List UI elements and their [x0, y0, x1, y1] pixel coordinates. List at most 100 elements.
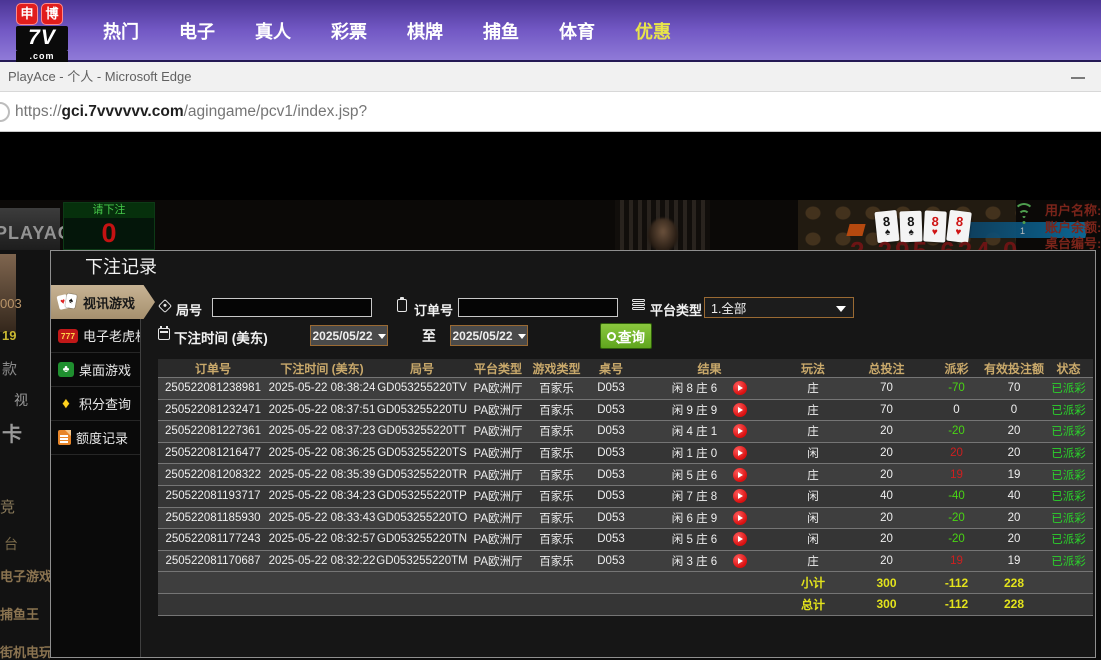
status-badge: 已派彩: [1044, 510, 1093, 526]
replay-button[interactable]: [733, 511, 747, 525]
subtotal-row: 小计 300 -112 228: [158, 572, 1093, 594]
bet-timer-box: 请下注 0: [63, 202, 155, 250]
col-header-play: 玩法: [782, 360, 844, 377]
sidebar-item-video-games[interactable]: 视讯游戏: [51, 285, 155, 319]
cell-result: 闲 3 庄 6: [637, 553, 782, 569]
table-row: 250522081216477 2025-05-22 08:36:25 GD05…: [158, 443, 1093, 465]
order-input[interactable]: [458, 298, 618, 317]
cell-result: 闲 9 庄 9: [637, 402, 782, 418]
cell-order: 250522081208322: [158, 469, 268, 481]
sidebar-item-quota[interactable]: 额度记录: [51, 421, 140, 455]
table-row: 250522081208322 2025-05-22 08:35:39 GD05…: [158, 464, 1093, 486]
panel-content: 局号 订单号 平台类型 1.全部 下注时间 (美东): [142, 285, 1095, 657]
panel-body: 视讯游戏 777 电子老虎机 桌面游戏 积分查询: [51, 285, 1095, 657]
sidebar-item-label: 视讯游戏: [83, 293, 135, 312]
cell-order: 250522081177243: [158, 533, 268, 545]
workspace: 00319款视卡竞台电子游戏捕鱼王街机电玩 下注记录 视讯游戏 777 电子老虎…: [0, 250, 1101, 660]
cell-total: 20: [844, 469, 929, 481]
col-header-status: 状态: [1044, 360, 1093, 377]
logo-brand: 7V: [16, 26, 68, 51]
cell-payout: -20: [929, 425, 984, 437]
cell-time: 2025-05-22 08:35:39: [268, 469, 376, 481]
chevron-down-icon: [518, 334, 526, 339]
cell-play: 庄: [782, 423, 844, 439]
cell-table: D053: [585, 382, 637, 394]
panel-title: 下注记录: [51, 251, 1095, 285]
cell-result: 闲 7 庄 8: [637, 488, 782, 504]
cell-time: 2025-05-22 08:37:51: [268, 404, 376, 416]
background-fragment: 003: [0, 296, 22, 311]
page-icon-fragment: [0, 102, 10, 122]
game-video-strip: PLAYACE 请下注 0 8♠8♠8♥8♥ 2 295 624 0 1 用户名…: [0, 200, 1101, 250]
search-button[interactable]: 查询: [600, 323, 652, 349]
replay-button[interactable]: [733, 468, 747, 482]
cell-round: GD053255220TS: [376, 447, 468, 459]
cell-round: GD053255220TT: [376, 425, 468, 437]
sidebar-item-table-games[interactable]: 桌面游戏: [51, 353, 140, 387]
cell-platform: PA欧洲厅: [468, 510, 528, 526]
cell-play: 闲: [782, 445, 844, 461]
nav-item[interactable]: 电子: [179, 18, 215, 44]
cell-total: 70: [844, 382, 929, 394]
cell-payout: 19: [929, 469, 984, 481]
platform-select[interactable]: 1.全部: [704, 297, 854, 318]
background-fragment: 视: [14, 390, 28, 410]
cell-table: D053: [585, 555, 637, 567]
records-table: 订单号 下注时间 (美东) 局号 平台类型 游戏类型 桌号 结果 玩法 总投注 …: [158, 359, 1093, 616]
cell-platform: PA欧洲厅: [468, 553, 528, 569]
replay-button[interactable]: [733, 424, 747, 438]
chevron-down-icon: [836, 306, 846, 312]
status-badge: 已派彩: [1044, 553, 1093, 569]
nav-item[interactable]: 优惠: [635, 18, 671, 44]
nav-item[interactable]: 真人: [255, 18, 291, 44]
cell-game: 百家乐: [528, 488, 585, 504]
replay-button[interactable]: [733, 554, 747, 568]
points-gem-icon: [58, 396, 74, 412]
sidebar-item-slots[interactable]: 777 电子老虎机: [51, 319, 140, 353]
result-text: 闲 4 庄 1: [672, 423, 717, 439]
cell-time: 2025-05-22 08:32:57: [268, 533, 376, 545]
cell-valid: 20: [984, 447, 1044, 459]
cell-table: D053: [585, 490, 637, 502]
nav-item[interactable]: 热门: [103, 18, 139, 44]
cell-platform: PA欧洲厅: [468, 445, 528, 461]
subtotal-label: 小计: [782, 574, 844, 591]
replay-button[interactable]: [733, 381, 747, 395]
site-logo[interactable]: 申 博 7V .com: [16, 3, 74, 62]
replay-button[interactable]: [733, 403, 747, 417]
grand-total-valid: 228: [984, 597, 1044, 611]
date-to-value: 2025/05/22: [452, 329, 512, 343]
grand-total-payout: -112: [929, 597, 984, 611]
date-to-select[interactable]: 2025/05/22: [450, 325, 528, 346]
bet-time-label: 下注时间 (美东): [174, 327, 268, 347]
sidebar-item-label: 积分查询: [79, 394, 131, 413]
result-text: 闲 8 庄 6: [672, 380, 717, 396]
cell-total: 20: [844, 447, 929, 459]
replay-button[interactable]: [733, 489, 747, 503]
sidebar-item-points[interactable]: 积分查询: [51, 387, 140, 421]
filter-bar: 局号 订单号 平台类型 1.全部 下注时间 (美东): [142, 285, 1095, 359]
nav-item[interactable]: 彩票: [331, 18, 367, 44]
table-row: 250522081170687 2025-05-22 08:32:22 GD05…: [158, 551, 1093, 573]
address-bar[interactable]: https://gci.7vvvvvv.com/agingame/pcv1/in…: [0, 92, 1101, 132]
nav-item[interactable]: 棋牌: [407, 18, 443, 44]
replay-button[interactable]: [733, 446, 747, 460]
bet-label: 请下注: [64, 203, 154, 218]
round-input[interactable]: [212, 298, 372, 317]
cell-play: 闲: [782, 510, 844, 526]
result-text: 闲 6 庄 9: [672, 510, 717, 526]
nav-item[interactable]: 捕鱼: [483, 18, 519, 44]
col-header-order: 订单号: [158, 360, 268, 377]
cell-total: 20: [844, 512, 929, 524]
col-header-table: 桌号: [585, 360, 637, 377]
table-row: 250522081238981 2025-05-22 08:38:24 GD05…: [158, 378, 1093, 400]
replay-button[interactable]: [733, 532, 747, 546]
date-from-select[interactable]: 2025/05/22: [310, 325, 388, 346]
status-badge: 已派彩: [1044, 380, 1093, 396]
background-fragment: 台: [4, 534, 18, 554]
col-header-time: 下注时间 (美东): [268, 360, 376, 377]
cell-order: 250522081238981: [158, 382, 268, 394]
nav-item[interactable]: 体育: [559, 18, 595, 44]
status-badge: 已派彩: [1044, 488, 1093, 504]
minimize-button[interactable]: [1071, 77, 1085, 79]
